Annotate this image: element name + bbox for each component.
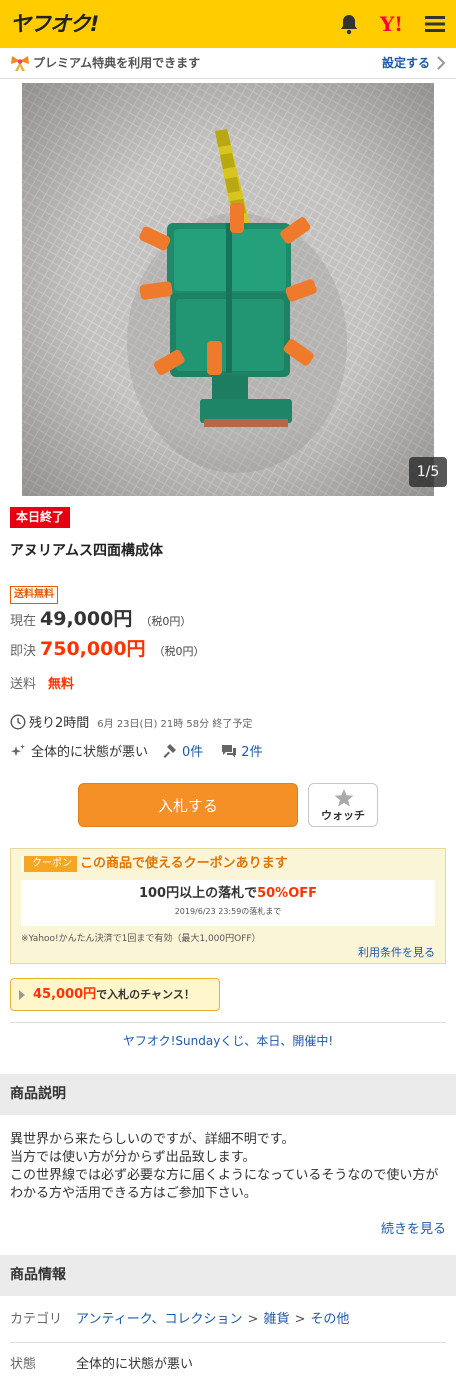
app-header: ヤフオク! Y!: [0, 0, 456, 48]
bid-chance-suffix: で入札のチャンス！: [96, 988, 195, 1001]
time-remaining-row: 残り2時間 6月 23日(日) 21時 58分 終了予定: [10, 714, 252, 734]
bid-count[interactable]: 0件: [182, 745, 203, 760]
menu-icon[interactable]: [423, 12, 447, 36]
current-tax: （税0円）: [140, 615, 192, 628]
free-shipping-badge: 送料無料: [10, 586, 58, 604]
question-bubble-icon: [222, 745, 237, 758]
breadcrumb-separator: >: [294, 1312, 306, 1327]
buynow-price-label: 即決: [10, 644, 37, 659]
clock-icon: [10, 714, 26, 730]
condition-text: 全体的に状態が悪い: [31, 745, 149, 760]
description-line: 異世界から来たらしいのですが、詳細不明です。: [10, 1132, 295, 1147]
condition-info-row: 状態 全体的に状態が悪い: [10, 1355, 193, 1375]
premium-text: プレミアム特典を利用できます: [33, 56, 201, 70]
bid-chance-amount: 45,000円: [33, 987, 97, 1002]
shipping-label: 送料: [10, 677, 37, 692]
yahoo-japan-icon[interactable]: Y!: [380, 12, 404, 36]
premium-settings-link[interactable]: 設定する: [382, 55, 430, 72]
coupon-discount: 50%OFF: [257, 886, 318, 901]
condition-value: 全体的に状態が悪い: [76, 1357, 194, 1372]
condition-row: 全体的に状態が悪い 0件 2件: [10, 743, 263, 763]
item-description: 異世界から来たらしいのですが、詳細不明です。 当方では使い方が分からず出品致しま…: [10, 1131, 446, 1203]
time-remaining: 残り2時間: [29, 716, 90, 731]
sparkle-icon: [11, 744, 25, 757]
category-link-other[interactable]: その他: [310, 1312, 349, 1327]
read-more-link[interactable]: 続きを見る: [381, 1221, 446, 1239]
sunday-lottery-link[interactable]: ヤフオク!Sundayくじ、本日、開催中!: [0, 1033, 456, 1049]
bid-button[interactable]: 入札する: [78, 783, 298, 827]
coupon-main-text: 100円以上の落札で50%OFF: [21, 885, 435, 903]
yafuoku-logo[interactable]: ヤフオク!: [10, 9, 99, 39]
shipping-row: 送料 無料: [10, 675, 74, 695]
question-count[interactable]: 2件: [241, 745, 262, 760]
coupon-box: クーポン この商品で使えるクーポンあります 100円以上の落札で50%OFF 2…: [10, 848, 446, 964]
current-price: 49,000円: [40, 608, 133, 630]
category-link-goods[interactable]: 雑貨: [263, 1312, 289, 1327]
coupon-headline: この商品で使えるクーポンあります: [80, 856, 288, 871]
divider: [10, 1022, 446, 1023]
description-line: 当方では使い方が分からず出品致します。: [10, 1150, 256, 1165]
ribbon-icon: [11, 56, 29, 71]
item-image: [22, 83, 434, 496]
description-line: この世界線では必ず必要な方に届くようになっているそうなので使い方がわかる方や活用…: [10, 1168, 439, 1201]
coupon-tag: クーポン: [21, 856, 77, 872]
premium-bar[interactable]: プレミアム特典を利用できます 設定する: [0, 48, 456, 79]
category-label: カテゴリ: [10, 1312, 63, 1327]
item-info-heading: 商品情報: [0, 1255, 456, 1296]
gavel-icon: [163, 744, 177, 758]
play-triangle-icon: [19, 990, 25, 1000]
watch-label: ウォッチ: [321, 809, 365, 822]
bid-chance-text: 45,000円で入札のチャンス！: [33, 985, 195, 1005]
breadcrumb-separator: >: [247, 1312, 259, 1327]
end-time: 6月 23日(日) 21時 58分 終了予定: [97, 719, 253, 730]
divider: [10, 1342, 446, 1343]
coupon-deadline: 2019/6/23 23:59の落札まで: [174, 907, 282, 916]
ended-today-badge: 本日終了: [10, 507, 71, 528]
buynow-tax: （税0円）: [153, 645, 205, 658]
photo-counter: 1/5: [409, 457, 447, 487]
shipping-value: 無料: [48, 677, 75, 692]
current-price-row: 現在 49,000円 （税0円）: [10, 606, 191, 632]
coupon-note: ※Yahoo!かんたん決済で1回まで有効（最大1,000円OFF）: [21, 934, 261, 944]
buynow-price-row: 即決 750,000円 （税0円）: [10, 636, 205, 662]
coupon-condition: 100円以上の落札で: [138, 886, 258, 901]
condition-label: 状態: [10, 1357, 37, 1372]
item-title: アヌリアムス四面構成体: [10, 543, 164, 559]
chevron-right-icon: [437, 56, 446, 70]
description-heading: 商品説明: [0, 1074, 456, 1115]
star-icon: [334, 789, 354, 807]
watch-button[interactable]: ウォッチ: [308, 783, 378, 827]
buynow-price: 750,000円: [40, 638, 146, 660]
category-link-antique[interactable]: アンティーク、コレクション: [76, 1312, 243, 1327]
coupon-terms-link[interactable]: 利用条件を見る: [358, 946, 435, 960]
item-photo[interactable]: [22, 83, 434, 496]
coupon-card[interactable]: 100円以上の落札で50%OFF 2019/6/23 23:59の落札まで: [21, 880, 435, 926]
bell-icon[interactable]: [337, 12, 361, 36]
current-price-label: 現在: [10, 614, 37, 629]
category-row: カテゴリ アンティーク、コレクション > 雑貨 > その他: [10, 1310, 349, 1330]
bid-chance-banner[interactable]: 45,000円で入札のチャンス！: [10, 978, 220, 1011]
